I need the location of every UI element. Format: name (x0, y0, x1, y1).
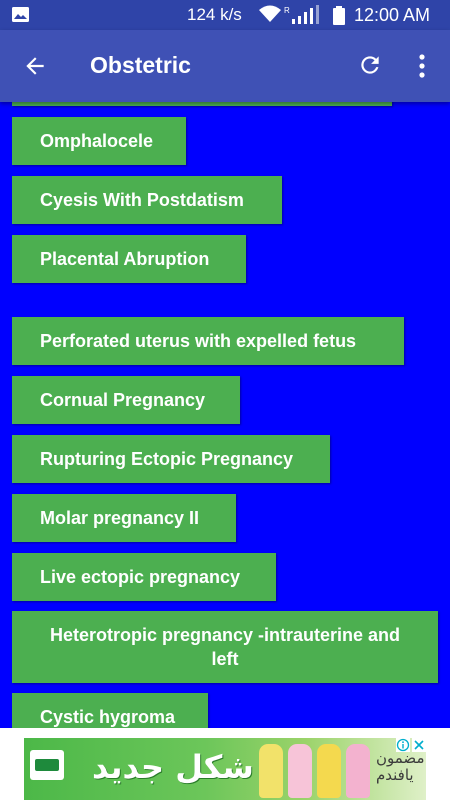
list-item-button[interactable]: Heterotropic pregnancy -intrauterine and… (12, 611, 438, 683)
list-item-label: Heterotropic pregnancy -intrauterine and… (49, 625, 401, 669)
list-item-label: Omphalocele (40, 131, 154, 151)
ad-banner-container: شكل جديد مضمون يافندم (0, 728, 450, 800)
product-bottle (288, 744, 312, 798)
list-item-button[interactable] (12, 102, 392, 106)
close-icon[interactable] (412, 738, 426, 752)
svg-text:R: R (284, 6, 290, 15)
image-icon (12, 7, 29, 22)
clock-time: 12:00 AM (354, 5, 431, 25)
status-bar: 124 k/s R 12:00 AM (0, 0, 450, 30)
list-item-button[interactable]: Cyesis With Postdatism (12, 176, 282, 224)
ad-tagline: مضمون يافندم (376, 749, 425, 784)
list-item-button[interactable]: Perforated uterus with expelled fetus (12, 317, 404, 365)
app-bar: Obstetric (0, 30, 450, 102)
list-item-label: Perforated uterus with expelled fetus (40, 331, 357, 351)
refresh-icon[interactable] (357, 52, 383, 78)
product-bottle (259, 744, 283, 798)
signal-icon: R (284, 5, 319, 24)
list-item-label: Molar pregnancy II (40, 508, 200, 528)
list-item-button[interactable]: Molar pregnancy II (12, 494, 236, 542)
list-item-label: Live ectopic pregnancy (40, 567, 241, 587)
ad-banner[interactable]: شكل جديد مضمون يافندم (24, 738, 426, 800)
arrow-back-icon[interactable] (22, 53, 48, 79)
product-bottle (346, 744, 370, 798)
ad-headline: شكل جديد (92, 748, 254, 786)
battery-icon (333, 6, 345, 25)
list-item-button[interactable]: Cornual Pregnancy (12, 376, 240, 424)
list-item-label: Rupturing Ectopic Pregnancy (40, 449, 294, 469)
list-item-label: Cornual Pregnancy (40, 390, 206, 410)
list-item-button[interactable]: Omphalocele (12, 117, 186, 165)
page-title: Obstetric (90, 52, 191, 78)
brand-logo (30, 750, 64, 780)
adchoices-icon[interactable] (396, 738, 410, 752)
product-bottle (317, 744, 341, 798)
list-item-label: Cystic hygroma (40, 707, 176, 727)
list-item-label: Placental Abruption (40, 249, 210, 269)
list-item-label: Cyesis With Postdatism (40, 190, 244, 210)
wifi-icon (259, 5, 281, 22)
more-vertical-icon[interactable] (413, 52, 431, 80)
list-item-button[interactable]: Cystic hygroma (12, 693, 208, 728)
list-item-button[interactable]: Rupturing Ectopic Pregnancy (12, 435, 330, 483)
network-speed: 124 k/s (187, 5, 242, 24)
list-item-button[interactable]: Placental Abruption (12, 235, 246, 283)
topic-list[interactable]: Omphalocele Cyesis With Postdatism Place… (0, 102, 450, 728)
list-item-button[interactable]: Live ectopic pregnancy (12, 553, 276, 601)
